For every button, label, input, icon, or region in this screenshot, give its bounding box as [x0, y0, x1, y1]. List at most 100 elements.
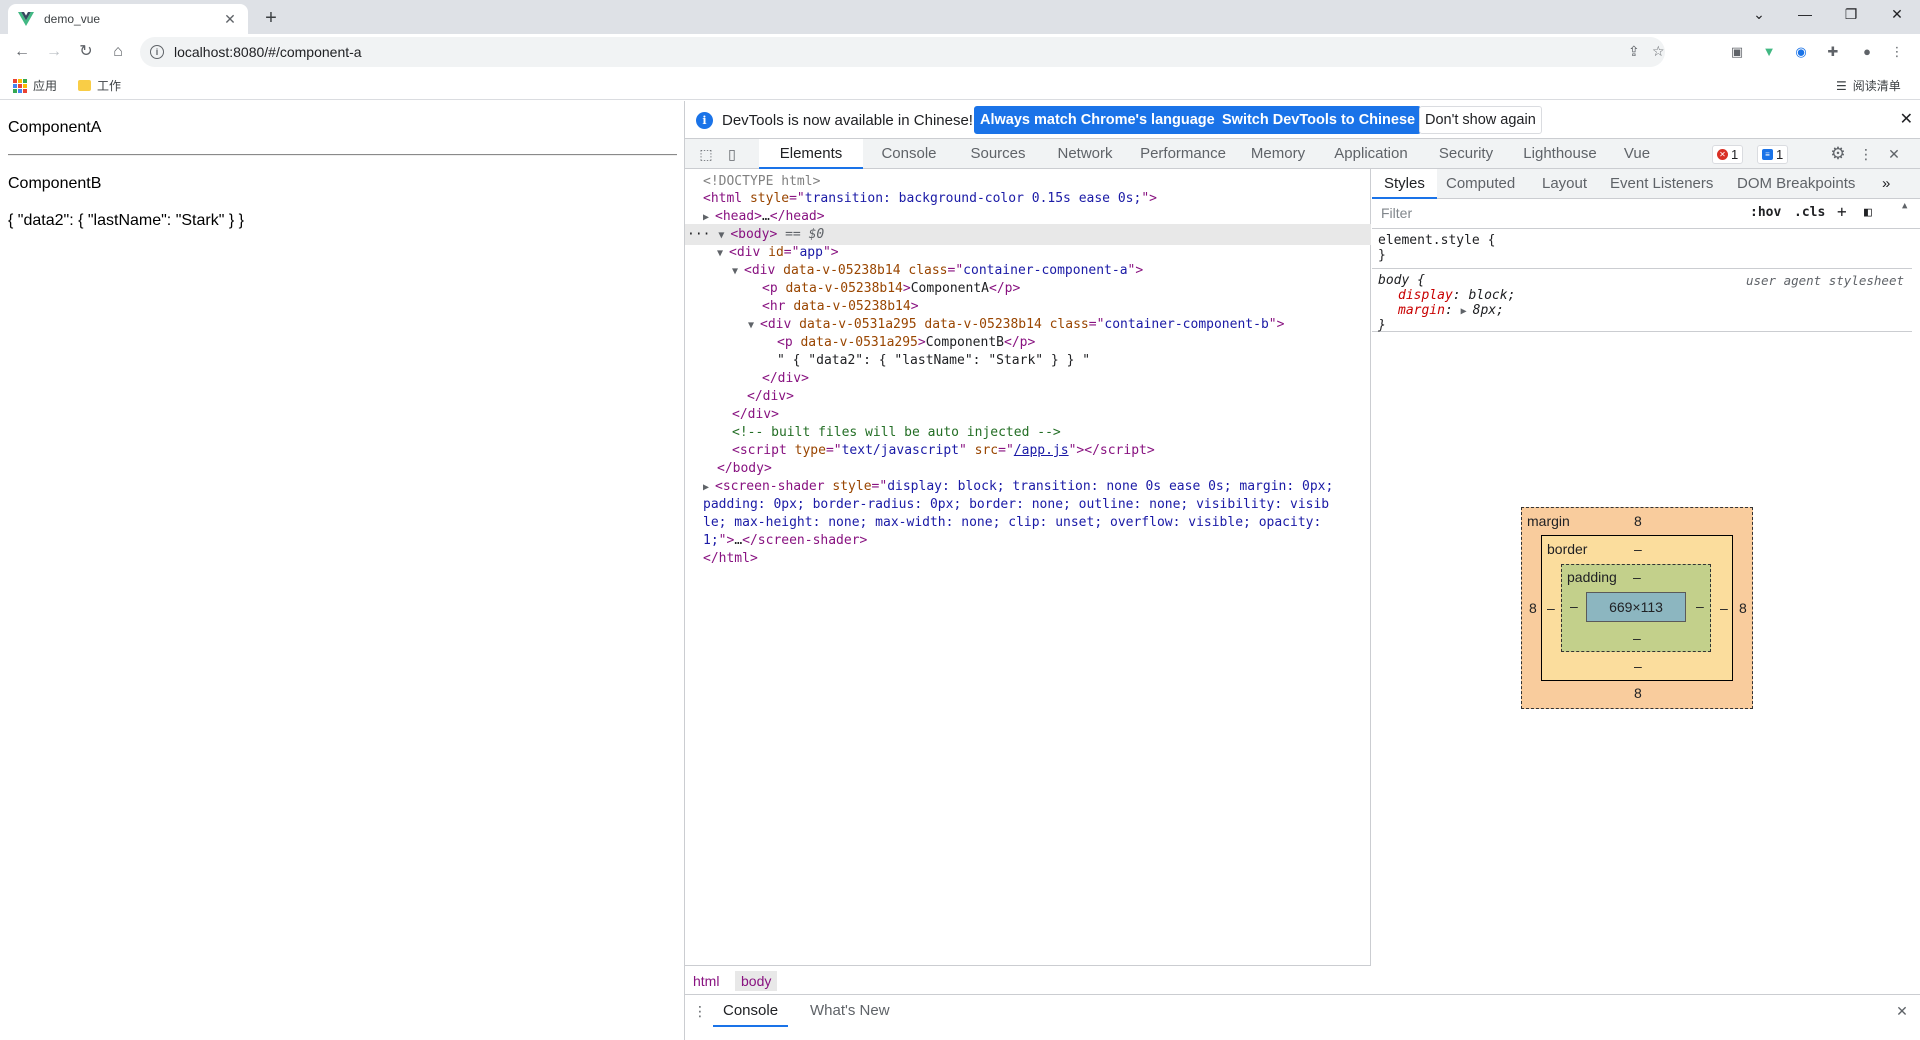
vue-devtools-icon[interactable]: ▼	[1759, 42, 1779, 62]
border-left-value[interactable]: –	[1547, 600, 1555, 616]
share-icon[interactable]: ⇪	[1628, 43, 1640, 60]
tab-vue[interactable]: Vue	[1614, 139, 1660, 169]
tab-security[interactable]: Security	[1426, 139, 1506, 169]
tab-network[interactable]: Network	[1043, 139, 1127, 169]
minimize-button[interactable]: —	[1782, 0, 1828, 30]
dont-show-again-button[interactable]: Don't show again	[1419, 106, 1542, 134]
extensions-puzzle-icon[interactable]: ✚	[1823, 42, 1843, 62]
element-style-rule[interactable]: element.style { }	[1372, 229, 1912, 269]
scroll-up-icon[interactable]: ▲	[1902, 201, 1907, 211]
expand-margin-icon[interactable]: ▶	[1461, 306, 1473, 317]
display-declaration[interactable]: display: block;	[1378, 288, 1906, 303]
close-window-button[interactable]: ✕	[1874, 0, 1920, 30]
devtools-menu-icon[interactable]: ⋮	[1857, 145, 1875, 163]
tab-event-listeners[interactable]: Event Listeners	[1610, 169, 1713, 199]
inspect-element-icon[interactable]: ⬚	[697, 145, 715, 163]
vue-logo-icon	[18, 12, 34, 26]
home-button[interactable]: ⌂	[104, 38, 132, 66]
info-icon: i	[696, 112, 713, 129]
class-toggle[interactable]: .cls	[1794, 205, 1825, 220]
bookmark-work-folder[interactable]: 工作	[78, 77, 121, 94]
padding-right-value[interactable]: –	[1696, 598, 1704, 614]
breadcrumb-body[interactable]: body	[735, 971, 778, 991]
tab-console[interactable]: Console	[865, 139, 953, 169]
border-right-value[interactable]: –	[1720, 600, 1728, 616]
dom-close-html[interactable]: </html>	[685, 548, 1371, 569]
message-count-badge[interactable]: ≡ 1	[1757, 145, 1789, 164]
breadcrumb: html body	[685, 965, 1371, 994]
tab-sources[interactable]: Sources	[955, 139, 1041, 169]
tab-dom-breakpoints[interactable]: DOM Breakpoints	[1737, 169, 1855, 199]
bookmark-apps[interactable]: 应用	[13, 77, 57, 94]
switch-to-chinese-button[interactable]: Switch DevTools to Chinese	[1216, 106, 1422, 134]
tab-close-icon[interactable]: ✕	[222, 11, 238, 28]
drawer-tab-whats-new[interactable]: What's New	[810, 995, 890, 1027]
tab-elements[interactable]: Elements	[759, 139, 863, 169]
padding-left-value[interactable]: –	[1570, 598, 1578, 614]
forward-button[interactable]: →	[40, 38, 68, 66]
tab-lighthouse[interactable]: Lighthouse	[1510, 139, 1610, 169]
margin-left-value[interactable]: 8	[1529, 600, 1537, 616]
reading-list[interactable]: ☰ 阅读清单	[1836, 77, 1901, 94]
box-model-content[interactable]: 669×113	[1586, 592, 1686, 622]
box-model-margin[interactable]: margin 8 8 8 8 border – – – – padding – …	[1521, 507, 1753, 709]
json-output: { "data2": { "lastName": "Stark" } }	[8, 212, 244, 229]
error-count-badge[interactable]: ✕ 1	[1712, 145, 1744, 164]
element-style-selector: element.style {	[1378, 233, 1496, 248]
tab-layout[interactable]: Layout	[1542, 169, 1587, 199]
tab-performance[interactable]: Performance	[1128, 139, 1238, 169]
box-model-padding[interactable]: padding – – – – 669×113	[1561, 564, 1711, 652]
tab-application[interactable]: Application	[1319, 139, 1423, 169]
reload-button[interactable]: ↻	[72, 38, 100, 66]
margin-bottom-value[interactable]: 8	[1634, 685, 1642, 701]
bookmark-star-icon[interactable]: ☆	[1652, 43, 1665, 60]
rule-close-brace: }	[1378, 248, 1386, 263]
chrome-menu-icon[interactable]: ⋮	[1887, 42, 1907, 62]
tab-memory[interactable]: Memory	[1240, 139, 1316, 169]
script-src-link[interactable]: /app.js	[1014, 443, 1069, 458]
tab-search-icon[interactable]: ⌄	[1736, 0, 1782, 30]
new-tab-button[interactable]: +	[258, 6, 284, 32]
drawer-menu-icon[interactable]: ⋮	[691, 1002, 709, 1020]
restore-button[interactable]: ❐	[1828, 0, 1874, 30]
back-button[interactable]: ←	[8, 38, 36, 66]
device-toolbar-icon[interactable]: ▯	[723, 145, 741, 163]
tab-strip: demo_vue ✕ + ⌄ — ❐ ✕	[0, 0, 1920, 34]
toggle-sidebar-icon[interactable]: ◧	[1864, 205, 1872, 220]
tab-computed[interactable]: Computed	[1446, 169, 1515, 199]
infobar-close-icon[interactable]: ✕	[1900, 109, 1913, 129]
extension-circle-icon[interactable]: ◉	[1791, 42, 1811, 62]
border-bottom-value[interactable]: –	[1634, 658, 1642, 674]
more-tabs-icon[interactable]: »	[1882, 169, 1890, 199]
drawer-tab-console[interactable]: Console	[713, 995, 789, 1027]
hover-state-toggle[interactable]: :hov	[1750, 205, 1781, 220]
body-ua-rule[interactable]: body { user agent stylesheet display: bl…	[1372, 269, 1912, 333]
breadcrumb-html[interactable]: html	[687, 971, 725, 991]
url-text[interactable]: localhost:8080/#/component-a	[174, 44, 362, 60]
padding-top-value[interactable]: –	[1633, 569, 1641, 585]
padding-bottom-value[interactable]: –	[1633, 630, 1641, 646]
apps-grid-icon	[13, 78, 27, 93]
styles-filter-input[interactable]: Filter	[1375, 202, 1745, 226]
profile-avatar-icon[interactable]: ●	[1857, 42, 1877, 62]
border-top-value[interactable]: –	[1634, 541, 1642, 557]
always-match-language-button[interactable]: Always match Chrome's language	[974, 106, 1221, 134]
browser-toolbar: ← → ↻ ⌂ i localhost:8080/#/component-a ⇪…	[0, 34, 1920, 70]
settings-gear-icon[interactable]: ⚙	[1829, 145, 1847, 163]
styles-filter-bar: Filter :hov .cls + ◧ ▲	[1372, 199, 1920, 229]
address-bar[interactable]: i localhost:8080/#/component-a ⇪ ☆	[140, 37, 1665, 67]
margin-right-value[interactable]: 8	[1739, 600, 1747, 616]
margin-label: margin	[1527, 513, 1570, 529]
close-drawer-icon[interactable]: ✕	[1893, 1002, 1911, 1020]
extension-icon[interactable]: ▣	[1727, 42, 1747, 62]
infobar-message: DevTools is now available in Chinese!	[722, 112, 973, 129]
box-model-border[interactable]: border – – – – padding – – – – 669×113	[1541, 535, 1733, 681]
site-info-icon[interactable]: i	[150, 45, 164, 59]
margin-top-value[interactable]: 8	[1634, 513, 1642, 529]
browser-tab[interactable]: demo_vue ✕	[8, 4, 248, 34]
tab-styles[interactable]: Styles	[1372, 169, 1437, 199]
tab-title: demo_vue	[44, 12, 101, 26]
close-devtools-icon[interactable]: ✕	[1885, 145, 1903, 163]
margin-declaration[interactable]: margin: ▶ 8px;	[1378, 303, 1906, 318]
new-rule-plus-icon[interactable]: +	[1837, 202, 1847, 221]
